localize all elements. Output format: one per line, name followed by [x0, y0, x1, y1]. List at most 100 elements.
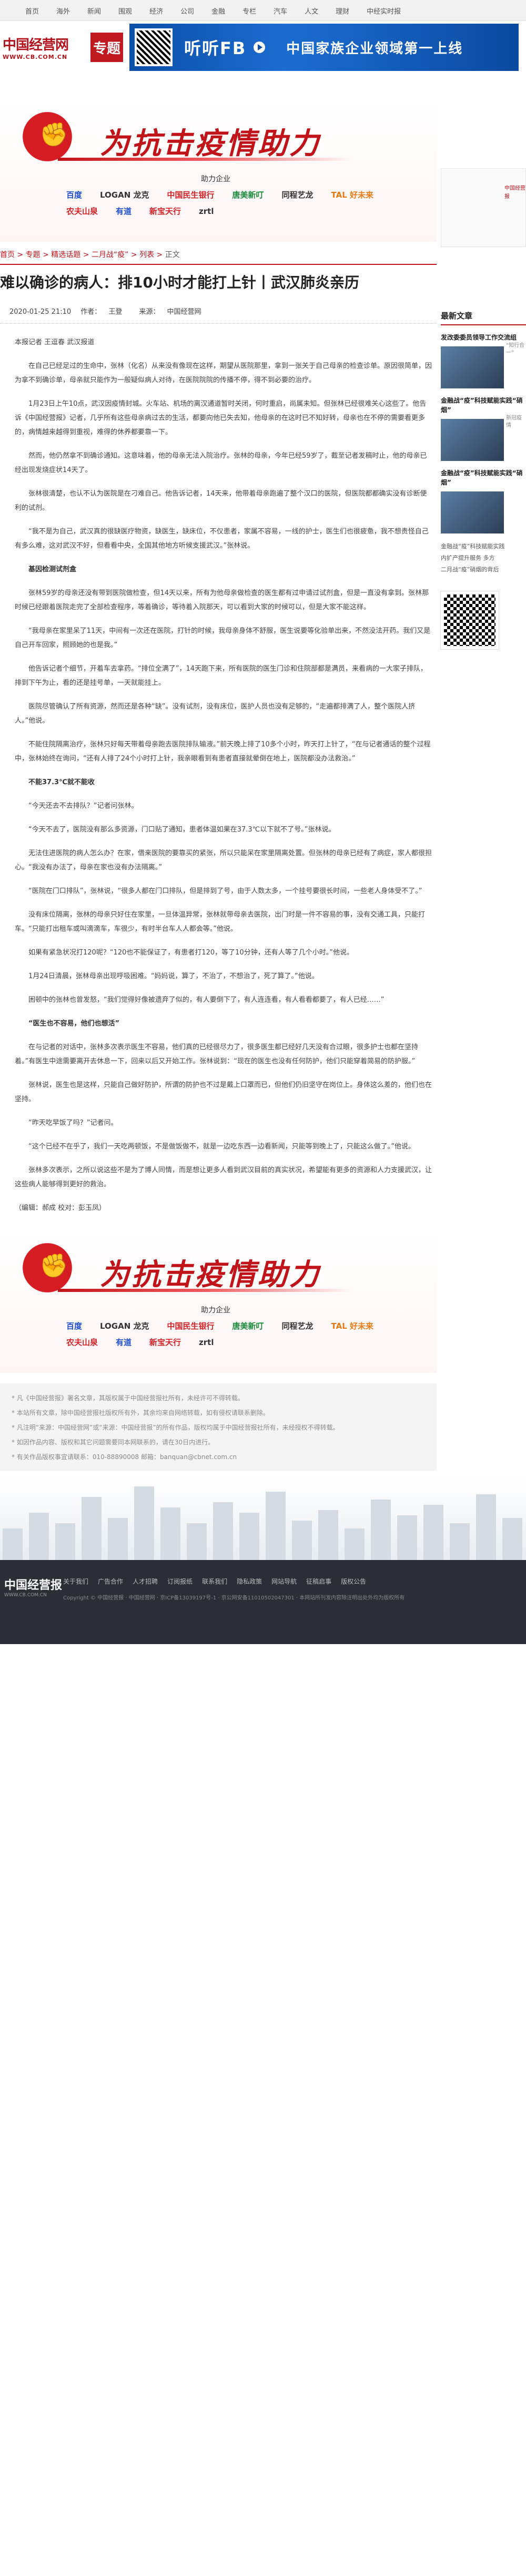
footer-link[interactable]: 人才招聘: [133, 1578, 158, 1585]
sidebar-article-title[interactable]: 金融战“疫”科技赋能实践“硝烟”: [441, 468, 526, 487]
footer-copyright: Copyright © 中国经营报 · 中国经营网 · 京ICP备1303919…: [63, 1595, 405, 1602]
footer-link[interactable]: 关于我们: [63, 1578, 88, 1585]
article-meta: 2020-01-25 21:10 作者： 王登 来源： 中国经营网: [9, 306, 437, 316]
article-paragraph: 在自己已经足过的生命中，张林（化名）从来没有像现在这样，期望从医院那里，拿到一张…: [15, 362, 432, 385]
sponsor-logo[interactable]: LOGAN 龙克: [97, 188, 152, 201]
sponsor-logo[interactable]: 新宝天行: [146, 204, 184, 218]
fight-banner-title-bottom: 为抗击疫情助力: [100, 1257, 321, 1292]
notice-line: * 凡注明“来源：中国经营网”或“来源：中国经营报”的所有作品，版权均属于中国经…: [12, 1424, 339, 1432]
breadcrumb-link[interactable]: 列表: [139, 251, 154, 259]
footer: 中国经营报 WWW.CB.COM.CN 关于我们 广告合作 人才招聘 订阅报纸 联系我们…: [0, 1560, 526, 1645]
article-paragraph: “昨天吃早饭了吗？”记者问。: [28, 1119, 118, 1127]
sidebar-link[interactable]: 二月战“疫”硝烟的背后: [441, 564, 526, 576]
notice-line: * 有关作品版权事宜请联系：010-88890008 邮箱：banquan@cb…: [12, 1453, 237, 1461]
skyline-building: [108, 1518, 128, 1561]
sidebar-promo[interactable]: 中国经营报: [441, 168, 526, 247]
logo-main-text: 中国经营网: [3, 37, 69, 53]
sponsor-logo[interactable]: 新宝天行: [146, 1336, 184, 1349]
article-paragraph: 如果有紧急状况打120呢？“120也不能保证了，有患者打120，等了10分钟，还…: [28, 949, 353, 957]
breadcrumb: 首页 > 专题 > 精选话题 > 二月战“疫” > 列表 > 正文: [0, 249, 437, 265]
topnav-item[interactable]: 中经实时报: [367, 6, 401, 16]
sponsor-logo[interactable]: 中国民生银行: [164, 188, 218, 201]
breadcrumb-link[interactable]: 首页: [0, 251, 15, 259]
ad-qr-icon: [135, 28, 173, 66]
topnav-item[interactable]: 经济: [149, 6, 163, 16]
sidebar-link[interactable]: 金融战“疫”科技赋能实践: [441, 541, 526, 552]
footer-logo[interactable]: 中国经营报 WWW.CB.COM.CN: [0, 1576, 63, 1644]
sidebar-article[interactable]: 金融战“疫”科技赋能实践“硝烟”: [441, 468, 526, 533]
banner-stripes: [58, 1289, 352, 1292]
footer-link[interactable]: 广告合作: [98, 1578, 123, 1585]
sponsor-logo[interactable]: 百度: [63, 188, 85, 201]
logo-url-text: WWW.CB.COM.CN: [3, 54, 68, 60]
sidebar-link[interactable]: 内扩产提升服务 多方: [441, 552, 526, 564]
sponsor-logo[interactable]: 农夫山泉: [63, 204, 101, 218]
sidebar-article-title[interactable]: 发改委委员领导工作交流组: [441, 333, 526, 342]
sponsor-logo[interactable]: 唐美新叮: [229, 1319, 267, 1332]
skyline-building: [397, 1515, 417, 1561]
author-label: 作者：: [80, 308, 102, 316]
breadcrumb-link[interactable]: 专题: [26, 251, 41, 259]
topnav-item[interactable]: 汽车: [274, 6, 287, 16]
sidebar-article-snippet: “知行合一”: [506, 343, 525, 356]
sidebar-article-thumbnail[interactable]: [441, 419, 504, 461]
breadcrumb-link[interactable]: 精选话题: [51, 251, 80, 259]
sponsor-logo[interactable]: LOGAN 龙克: [97, 1319, 152, 1332]
sponsor-logo[interactable]: 中国民生银行: [164, 1319, 218, 1332]
top-banner-ad[interactable]: 听听FB 中国家族企业领域第一上线: [129, 24, 519, 71]
sidebar-article-title[interactable]: 金融战“疫”科技赋能实践“硝烟”: [441, 396, 526, 415]
skyline-building: [450, 1523, 470, 1561]
sponsor-logo[interactable]: zrtl: [196, 206, 217, 217]
footer-link[interactable]: 版权公告: [341, 1578, 366, 1585]
article-paragraph: 本报记者 王逗春 武汉报道: [15, 338, 95, 347]
breadcrumb-separator: >: [80, 251, 92, 259]
article-paragraph: 张林59岁的母亲还没有带到医院做检查，但14天以来，所有为他母亲做检查的医生都有…: [15, 589, 429, 612]
footer-logo-url: WWW.CB.COM.CN: [4, 1593, 47, 1598]
sidebar-article[interactable]: 金融战“疫”科技赋能实践“硝烟” 新冠疫情: [441, 396, 526, 461]
topnav-item[interactable]: 围观: [118, 6, 132, 16]
sponsor-logo[interactable]: 同程艺龙: [279, 1319, 317, 1332]
sponsor-logo[interactable]: TAL 好未来: [328, 1319, 377, 1332]
promo-text: 中国经营报: [504, 186, 525, 200]
sponsor-logo[interactable]: 农夫山泉: [63, 1336, 101, 1349]
topnav-item[interactable]: 金融: [211, 6, 225, 16]
footer-link[interactable]: 隐私政策: [237, 1578, 262, 1585]
article-paragraph: 然而，他仍然拿不到确诊通知。这意味着，他的母亲无法入院治疗。张林的母亲，今年已经…: [15, 452, 427, 475]
topnav-item[interactable]: 专栏: [242, 6, 256, 16]
ad-slogan-text: 中国家族企业领域第一上线: [286, 40, 463, 57]
footer-link[interactable]: 征稿启事: [306, 1578, 331, 1585]
sponsor-logo[interactable]: 同程艺龙: [279, 188, 317, 201]
sponsor-logo[interactable]: zrtl: [196, 1337, 217, 1348]
topnav-item[interactable]: 海外: [56, 6, 70, 16]
footer-link[interactable]: 网站导航: [271, 1578, 297, 1585]
footer-links: 关于我们 广告合作 人才招聘 订阅报纸 联系我们 隐私政策 网站导航 征稿启事 版权公告: [63, 1576, 526, 1586]
source-label: 来源：: [139, 308, 160, 316]
footer-link[interactable]: 联系我们: [202, 1578, 227, 1585]
topnav-item[interactable]: 新闻: [87, 6, 101, 16]
ad-listen-text: 听听FB: [184, 38, 247, 58]
sponsor-logo[interactable]: 百度: [63, 1319, 85, 1332]
sponsor-logo[interactable]: 唐美新叮: [229, 188, 267, 201]
fight-epidemic-banner-bottom: 为抗击疫情助力 助力企业 百度 LOGAN 龙克中国民生银行唐美新叮同程艺龙 TAL…: [0, 1231, 437, 1373]
sidebar-article-snippet: 新冠疫情: [506, 415, 522, 428]
footer-link[interactable]: 订阅报纸: [167, 1578, 193, 1585]
qr-code-icon: [440, 591, 499, 650]
sponsor-logo[interactable]: 有道: [113, 204, 135, 218]
article-source: 来源： 中国经营网: [139, 308, 208, 316]
topnav-item[interactable]: 人文: [305, 6, 318, 16]
topnav-item[interactable]: 公司: [180, 6, 194, 16]
sponsor-logo[interactable]: 有道: [113, 1336, 135, 1349]
article-paragraph: “我不是为自己，武汉真的很缺医疗物资，缺医生，缺床位，不仅患者，家属不容易，一线…: [15, 528, 429, 550]
topnav-item[interactable]: 理财: [336, 6, 349, 16]
notice-line: * 本站所有文章，除中国经营报社版权所有外，其余均来自网络转载，如有侵权请联系删…: [12, 1409, 269, 1417]
article-paragraph: 1月23日上午10点，武汉因疫情封城。火车站、机场的离汉通道暂时关闭，何时重启，…: [15, 400, 427, 437]
site-logo[interactable]: 中国经营网 WWW.CB.COM.CN: [0, 34, 89, 60]
sponsor-logo[interactable]: TAL 好未来: [328, 188, 377, 201]
sidebar-article[interactable]: 发改委委员领导工作交流组 “知行合一”: [441, 333, 526, 388]
zhuanti-badge[interactable]: 专题: [90, 33, 123, 62]
sidebar-article-thumbnail[interactable]: [441, 491, 504, 533]
sidebar-article-thumbnail[interactable]: [441, 346, 504, 388]
topnav-item[interactable]: 首页: [25, 6, 39, 16]
skyline-building: [160, 1507, 180, 1561]
breadcrumb-link[interactable]: 二月战“疫”: [92, 251, 129, 259]
